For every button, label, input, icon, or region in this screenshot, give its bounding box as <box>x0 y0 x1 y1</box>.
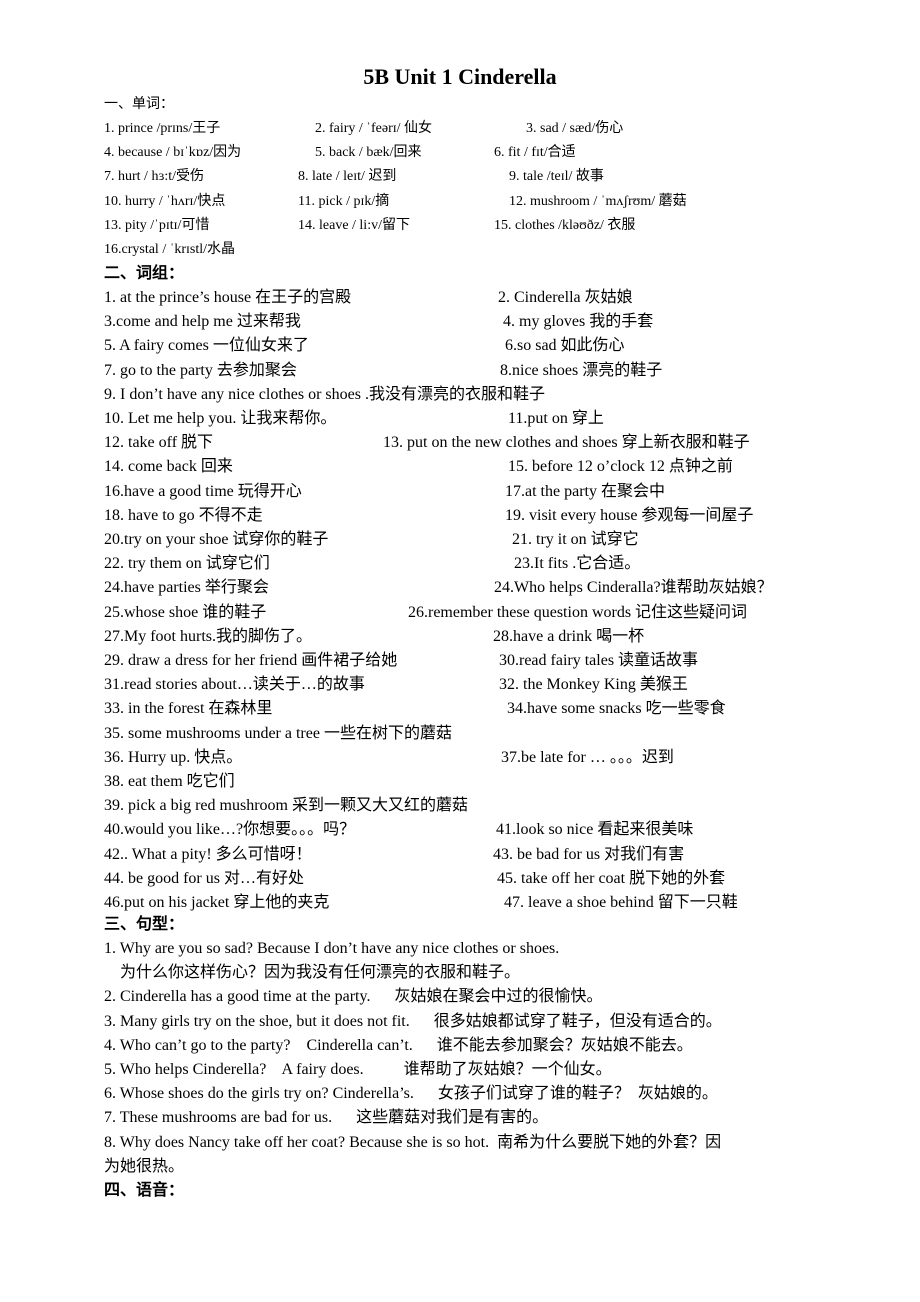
phrase-entry: 36. Hurry up. 快点。 <box>104 748 243 766</box>
phrase-entry: 5. A fairy comes 一位仙女来了 <box>104 337 309 355</box>
phrase-entry: 28.have a drink 喝一杯 <box>493 627 645 645</box>
word-entry: 9. tale /teɪl/ 故事 <box>509 169 604 185</box>
word-entry: 8. late / leɪt/ 迟到 <box>298 169 397 185</box>
phrase-entry: 27.My foot hurts.我的脚伤了。 <box>104 627 313 645</box>
phrase-entry: 10. Let me help you. 让我来帮你。 <box>104 410 337 427</box>
phrase-entry: 33. in the forest 在森林里 <box>104 700 273 718</box>
sentence-line: 5. Who helps Cinderella? A fairy does. 谁… <box>104 1061 612 1078</box>
phrase-entry: 4. my gloves 我的手套 <box>503 313 654 331</box>
word-entry: 4. because / bɪˈkɒz/因为 <box>104 145 242 161</box>
word-entry: 12. mushroom / ˈmʌʃrʊm/ 蘑菇 <box>509 193 687 209</box>
phrase-entry: 32. the Monkey King 美猴王 <box>499 676 688 694</box>
phrase-entry: 40.would you like…?你想要。。。吗？ <box>104 821 356 839</box>
phrase-entry: 39. pick a big red mushroom 采到一颗又大又红的蘑菇 <box>104 797 468 815</box>
word-entry: 10. hurry / ˈhʌrɪ/快点 <box>104 193 226 209</box>
sentence-line: 8. Why does Nancy take off her coat? Bec… <box>104 1133 722 1151</box>
section-heading-phrases: 二、词组： <box>104 265 185 282</box>
word-entry: 14. leave / li:v/留下 <box>298 217 410 233</box>
word-entry: 15. clothes /kləʊðz/ 衣服 <box>494 217 636 233</box>
word-entry: 2. fairy / ˈfeərɪ/ 仙女 <box>315 121 433 136</box>
sentence-line: 为什么你这样伤心？因为我没有任何漂亮的衣服和鞋子。 <box>104 964 521 982</box>
section-heading-sentences: 三、句型： <box>104 916 185 933</box>
document-title: 5B Unit 1 Cinderella <box>363 64 557 89</box>
phrase-entry: 9. I don’t have any nice clothes or shoe… <box>104 385 545 403</box>
sentence-line: 2. Cinderella has a good time at the par… <box>104 988 603 1006</box>
sentence-line: 4. Who can’t go to the party? Cinderella… <box>104 1036 693 1054</box>
sentence-line: 7. These mushrooms are bad for us. 这些蘑菇对… <box>104 1109 549 1127</box>
phrase-entry: 31.read stories about…读关于…的故事 <box>104 676 365 694</box>
phrase-entry: 14. come back 回来 <box>104 458 233 476</box>
phrase-entry: 37.be late for … 。。。迟到 <box>501 748 674 766</box>
phrase-entry: 42.. What a pity! 多么可惜呀！ <box>104 845 312 863</box>
phrase-entry: 24.Who helps Cinderalla?谁帮助灰姑娘？ <box>494 579 773 597</box>
word-entry: 11. pick / pɪk/摘 <box>298 193 390 209</box>
phrase-entry: 2. Cinderella 灰姑娘 <box>498 289 633 306</box>
phrase-entry: 41.look so nice 看起来很美味 <box>496 821 694 839</box>
phrase-entry: 23.It fits .它合适。 <box>514 555 641 573</box>
phrase-entry: 19. visit every house 参观每一间屋子 <box>505 506 754 524</box>
phrase-entry: 35. some mushrooms under a tree 一些在树下的蘑菇 <box>104 724 452 742</box>
word-entry: 1. prince /prɪns/王子 <box>104 121 221 136</box>
phrase-entry: 18. have to go 不得不走 <box>104 506 263 524</box>
phrase-entry: 15. before 12 o’clock 12 点钟之前 <box>508 458 733 476</box>
document-page: 5B Unit 1 Cinderella 一、单词： 二、词组： 三、句型： 四… <box>0 0 920 1302</box>
sentence-line: 3. Many girls try on the shoe, but it do… <box>104 1012 722 1030</box>
phrase-entry: 11.put on 穿上 <box>508 410 604 427</box>
sentence-line: 为她很热。 <box>104 1157 185 1175</box>
phrase-entry: 24.have parties 举行聚会 <box>104 579 269 597</box>
phrase-entry: 3.come and help me 过来帮我 <box>104 313 301 331</box>
phrase-entry: 25.whose shoe 谁的鞋子 <box>104 603 267 621</box>
word-entry: 13. pity /ˈpɪtɪ/可惜 <box>104 217 210 233</box>
word-entry: 5. back / bæk/回来 <box>315 145 422 161</box>
phrase-entry: 17.at the party 在聚会中 <box>505 482 665 500</box>
phrase-entry: 12. take off 脱下 <box>104 434 214 452</box>
phrase-entry: 8.nice shoes 漂亮的鞋子 <box>500 361 663 379</box>
phrase-entry: 45. take off her coat 脱下她的外套 <box>497 869 726 887</box>
phrase-entry: 34.have some snacks 吃一些零食 <box>507 700 726 718</box>
word-entry: 7. hurt / hɜ:t/受伤 <box>104 169 204 185</box>
phrase-entry: 29. draw a dress for her friend 画件裙子给她 <box>104 652 398 669</box>
word-entry: 6. fit / fɪt/合适 <box>494 145 576 161</box>
phrase-entry: 47. leave a shoe behind 留下一只鞋 <box>504 894 738 911</box>
phrase-entry: 30.read fairy tales 读童话故事 <box>499 652 699 669</box>
phrase-entry: 43. be bad for us 对我们有害 <box>493 845 685 863</box>
phrase-entry: 6.so sad 如此伤心 <box>505 337 625 355</box>
section-heading-phonics: 四、语音： <box>104 1182 185 1199</box>
phrase-entry: 46.put on his jacket 穿上他的夹克 <box>104 894 330 911</box>
sentence-line: 1. Why are you so sad? Because I don’t h… <box>104 940 560 957</box>
phrase-entry: 38. eat them 吃它们 <box>104 773 235 790</box>
sentence-line: 6. Whose shoes do the girls try on? Cind… <box>104 1085 718 1103</box>
phrase-entry: 7. go to the party 去参加聚会 <box>104 361 297 379</box>
phrase-entry: 13. put on the new clothes and shoes 穿上新… <box>383 434 750 452</box>
word-entry: 16.crystal / ˈkrɪstl/水晶 <box>104 242 236 257</box>
section-heading-words: 一、单词： <box>104 97 174 112</box>
phrase-entry: 16.have a good time 玩得开心 <box>104 482 302 500</box>
phrase-entry: 1. at the prince’s house 在王子的宫殿 <box>104 289 352 306</box>
phrase-entry: 26.remember these question words 记住这些疑问词 <box>408 603 748 621</box>
word-entry: 3. sad / sæd/伤心 <box>526 121 624 136</box>
phrase-entry: 44. be good for us 对…有好处 <box>104 869 304 887</box>
phrase-entry: 22. try them on 试穿它们 <box>104 555 270 573</box>
phrase-entry: 20.try on your shoe 试穿你的鞋子 <box>104 531 329 548</box>
phrase-entry: 21. try it on 试穿它 <box>512 531 639 548</box>
